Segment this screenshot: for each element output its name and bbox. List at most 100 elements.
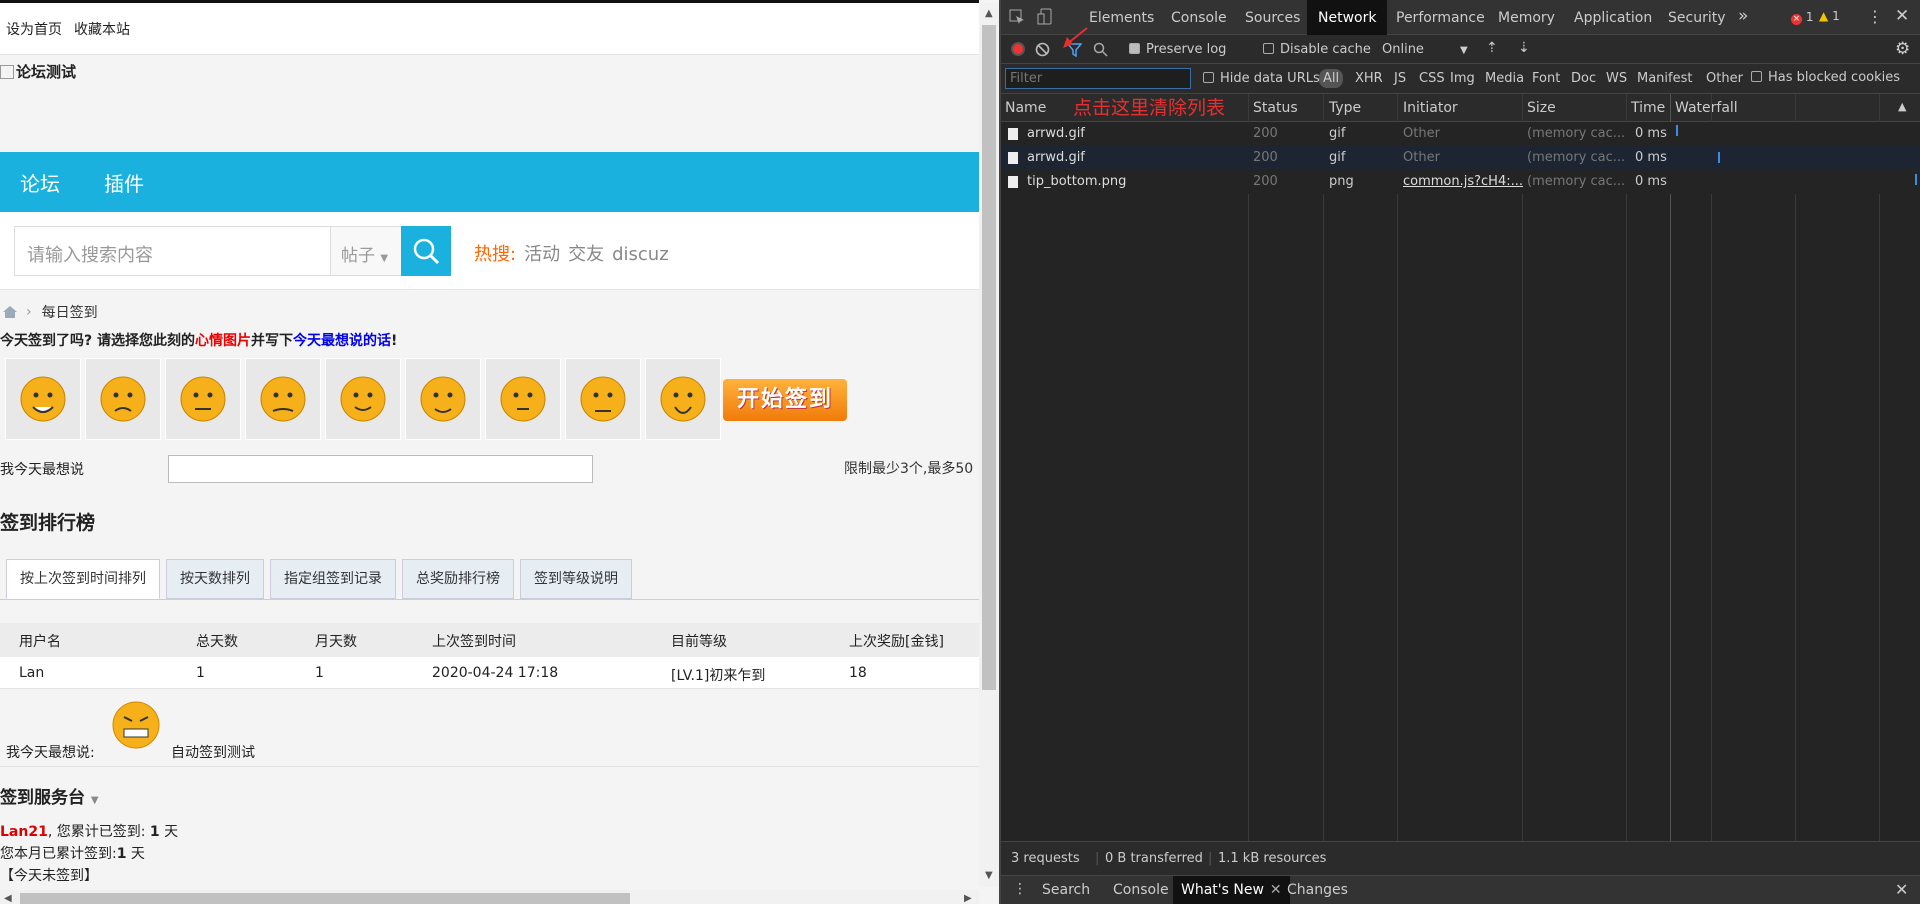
device-toggle-icon[interactable] [1037,8,1053,26]
cell-last-time: 2020-04-24 17:18 [432,665,559,681]
mood-option[interactable] [325,358,401,440]
tab-memory[interactable]: Memory [1498,10,1555,26]
preserve-log-checkbox[interactable]: Preserve log [1129,42,1226,57]
say-input[interactable] [168,455,593,483]
search-button[interactable] [401,226,451,276]
table-row: Lan 1 1 2020-04-24 17:18 [LV.1]初来乍到 18 [0,657,979,689]
cell-user[interactable]: Lan [19,665,44,681]
h-scroll-thumb[interactable] [20,893,630,904]
tab-elements[interactable]: Elements [1089,10,1154,26]
record-icon[interactable] [1011,42,1025,56]
blocked-cookies-checkbox[interactable]: Has blocked cookies [1751,70,1900,85]
menu-icon[interactable]: ⋮ [1867,7,1883,26]
col-size[interactable]: Size [1527,100,1556,116]
search-icon[interactable] [1093,42,1108,57]
horizontal-scrollbar[interactable]: ◀ ▶ [0,890,979,904]
home-icon[interactable] [2,305,18,319]
tab-reward-rank[interactable]: 总奖励排行榜 [402,559,514,599]
drawer-tab-whats-new[interactable]: What's New ✕ [1173,876,1290,904]
logo[interactable]: 论坛测试 [0,55,979,152]
start-sign-button[interactable]: 开始签到 [723,379,847,421]
drawer-tab-search[interactable]: Search [1042,882,1090,898]
nav-plugins[interactable]: 插件 [104,168,144,197]
tab-console[interactable]: Console [1171,10,1227,26]
tab-group-records[interactable]: 指定组签到记录 [270,559,396,599]
col-waterfall[interactable]: Waterfall [1675,100,1738,116]
v-scroll-thumb[interactable] [982,25,996,690]
nav-forum[interactable]: 论坛 [20,168,60,197]
req-type: gif [1329,126,1346,141]
tab-level-info[interactable]: 签到等级说明 [520,559,632,599]
clear-icon[interactable] [1035,42,1050,57]
mood-option[interactable] [565,358,641,440]
mood-option[interactable] [5,358,81,440]
bookmark-link[interactable]: 收藏本站 [74,19,130,39]
type-all[interactable]: All [1319,69,1344,88]
hot-word[interactable]: 交友 [568,244,604,265]
filter-input[interactable]: Filter [1005,68,1191,89]
vertical-scrollbar[interactable]: ▲ ▼ [979,3,999,887]
drawer-tab-console[interactable]: Console [1113,882,1169,898]
drawer-menu-icon[interactable]: ⋮ [1013,881,1027,897]
tab-application[interactable]: Application [1574,10,1652,26]
hot-word[interactable]: 活动 [524,244,560,265]
more-tabs-icon[interactable]: » [1738,6,1748,26]
type-manifest[interactable]: Manifest [1637,71,1692,86]
search-input[interactable]: 请输入搜索内容 [14,226,330,276]
search-type-select[interactable]: 帖子 ▼ [330,226,402,276]
set-homepage-link[interactable]: 设为首页 [6,19,62,39]
close-icon[interactable]: ✕ [1895,6,1909,26]
rank-title: 签到排行榜 [0,512,96,534]
tab-by-days[interactable]: 按天数排列 [166,559,264,599]
drawer-tab-changes[interactable]: Changes [1287,882,1348,898]
breadcrumb-current[interactable]: 每日签到 [42,302,98,322]
col-name[interactable]: Name [1005,100,1046,116]
mood-option[interactable] [405,358,481,440]
mood-option[interactable] [85,358,161,440]
type-media[interactable]: Media [1485,71,1524,86]
request-row[interactable]: arrwd.gif 200 gif Other (memory cac... 0… [1001,146,1920,170]
type-other[interactable]: Other [1706,71,1743,86]
type-css[interactable]: CSS [1419,71,1445,86]
col-status[interactable]: Status [1253,100,1298,116]
cell-reward: 18 [849,665,867,681]
request-row[interactable]: arrwd.gif 200 gif Other (memory cac... 0… [1001,122,1920,146]
warning-count[interactable]: ▲ 1 [1819,9,1840,23]
tab-performance[interactable]: Performance [1396,10,1485,26]
sign-stats: Lan21, 您累计已签到: 1 天 您本月已累计签到:1 天 【今天未签到】 [0,821,178,887]
close-icon[interactable]: ✕ [1895,880,1908,899]
gear-icon[interactable]: ⚙ [1895,39,1910,59]
tab-network[interactable]: Network [1307,0,1388,35]
search-bar: 请输入搜索内容 帖子 ▼ 热搜: 活动 交友 discuz [0,212,979,290]
col-time[interactable]: Time [1631,100,1665,116]
hide-data-urls-checkbox[interactable]: Hide data URLs [1203,71,1320,86]
disable-cache-checkbox[interactable]: Disable cache [1263,42,1371,57]
tab-sources[interactable]: Sources [1245,10,1300,26]
mood-option[interactable] [485,358,561,440]
col-type[interactable]: Type [1329,100,1361,116]
mood-option[interactable] [645,358,721,440]
sort-icon[interactable]: ▲ [1898,100,1906,113]
mood-option[interactable] [165,358,241,440]
mood-option[interactable] [245,358,321,440]
type-xhr[interactable]: XHR [1355,71,1383,86]
request-row[interactable]: tip_bottom.png 200 png common.js?cH4:...… [1001,170,1920,194]
error-count[interactable]: × 1 [1791,10,1813,25]
tab-by-last-time[interactable]: 按上次签到时间排列 [6,559,160,599]
type-doc[interactable]: Doc [1571,71,1596,86]
type-img[interactable]: Img [1450,71,1475,86]
col-initiator[interactable]: Initiator [1403,100,1458,116]
stats-user[interactable]: Lan21 [0,824,48,840]
close-icon[interactable]: ✕ [1270,882,1282,898]
tab-security[interactable]: Security [1668,10,1726,26]
type-js[interactable]: JS [1394,71,1406,86]
inspect-icon[interactable] [1009,9,1025,25]
throttle-select[interactable]: Online ▼ [1382,42,1468,57]
type-ws[interactable]: WS [1606,71,1627,86]
upload-icon[interactable]: ⇡ [1486,40,1498,56]
type-font[interactable]: Font [1532,71,1560,86]
download-icon[interactable]: ⇣ [1518,40,1530,56]
req-initiator-link[interactable]: common.js?cH4:... [1403,174,1523,189]
service-title[interactable]: 签到服务台 ▼ [0,783,99,808]
hot-word[interactable]: discuz [612,244,669,265]
